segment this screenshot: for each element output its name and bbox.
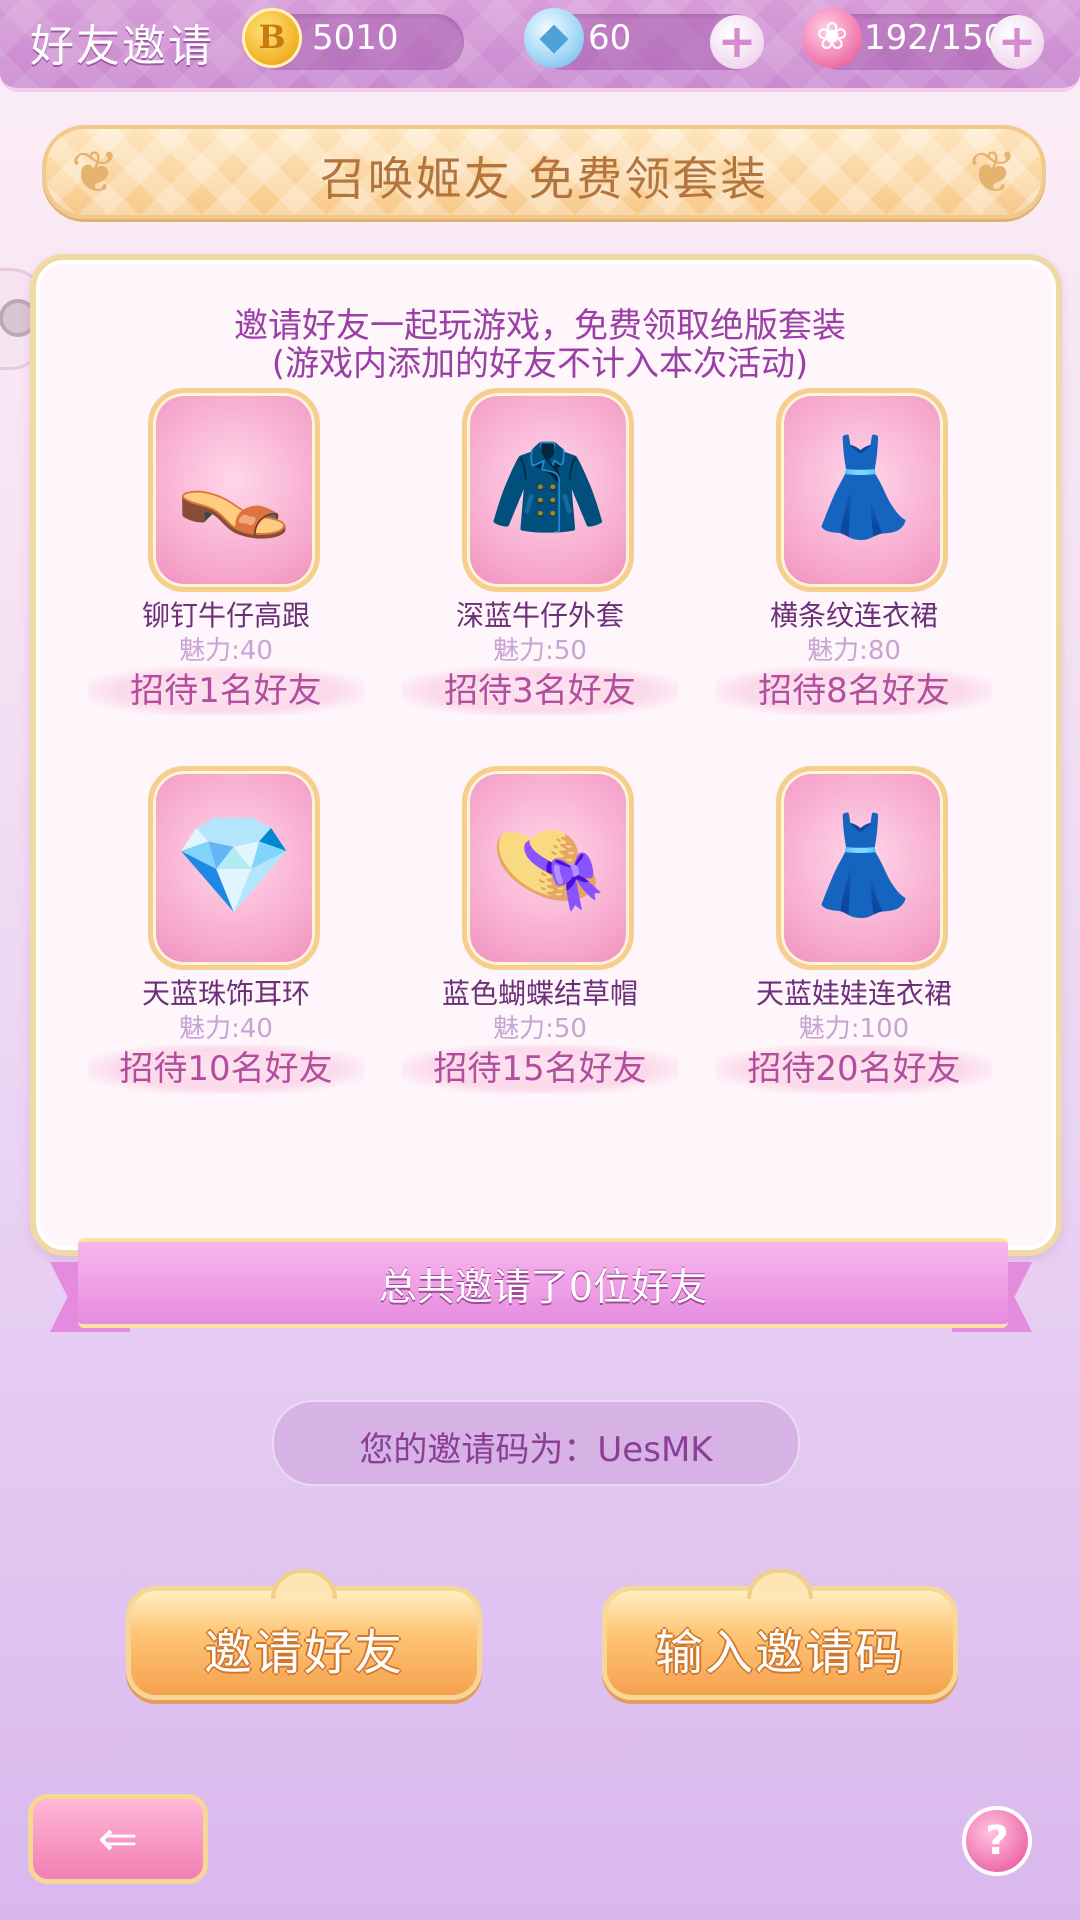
invite-friends-label: 邀请好友 [203,1625,404,1681]
stamina-value: 192/150 [864,18,1006,58]
item-name: 深蓝牛仔外套 [455,599,624,632]
reward-item[interactable]: 👡 铆钉牛仔高跟 魅力:40 招待1名好友 [66,388,386,728]
item-charm: 魅力:40 [179,636,273,666]
item-charm: 魅力:50 [493,1014,587,1044]
item-requirement: 招待8名好友 [716,666,992,716]
item-charm: 魅力:50 [493,636,587,666]
item-requirement: 招待20名好友 [716,1044,992,1094]
back-button[interactable]: ⇐ [28,1794,208,1884]
invite-friends-button[interactable]: 邀请好友 [126,1569,482,1700]
invite-count-text: 总共邀请了0位好友 [378,1265,708,1309]
arrow-left-icon: ⇐ [97,1811,139,1867]
item-name: 蓝色蝴蝶结草帽 [441,977,638,1010]
item-frame: 💎 [148,766,320,970]
reward-item[interactable]: 🧥 深蓝牛仔外套 魅力:50 招待3名好友 [380,388,700,728]
swirl-ornament-icon: ❦ [968,138,1018,206]
item-name: 天蓝珠饰耳环 [141,977,310,1010]
item-name: 横条纹连衣裙 [769,599,938,632]
dress-icon: 👗 [802,431,922,543]
banner-title: 召唤姬友 免费领套装 [319,152,769,206]
item-charm: 魅力:80 [807,636,901,666]
event-banner: ❦ 召唤姬友 免费领套装 ❦ [42,125,1046,219]
add-diamond-button[interactable]: + [710,15,764,69]
earrings-icon: 💎 [174,809,294,921]
hat-icon: 👒 [488,809,608,921]
item-frame: 🧥 [462,388,634,592]
item-frame: 👒 [462,766,634,970]
item-name: 铆钉牛仔高跟 [141,599,310,632]
enter-code-button[interactable]: 输入邀请码 [602,1569,958,1700]
page-title: 好友邀请 [30,21,214,72]
item-name: 天蓝娃娃连衣裙 [755,977,952,1010]
invite-code-text: 您的邀请码为：UesMK [359,1430,713,1470]
item-requirement: 招待3名好友 [402,666,678,716]
intro-note: (游戏内添加的好友不计入本次活动) [271,344,809,384]
enter-code-label: 输入邀请码 [654,1625,905,1681]
doll-dress-icon: 👗 [802,809,922,921]
shoes-icon: 👡 [174,431,294,543]
item-charm: 魅力:100 [798,1014,910,1044]
item-frame: 👡 [148,388,320,592]
diamond-value: 60 [588,18,632,58]
help-button[interactable]: ? [962,1806,1032,1876]
add-stamina-button[interactable]: + [990,15,1044,69]
reward-item[interactable]: 👒 蓝色蝴蝶结草帽 魅力:50 招待15名好友 [380,766,700,1106]
top-bar: 好友邀请 5010 60 + 192/150 + [0,0,1080,92]
item-requirement: 招待10名好友 [88,1044,364,1094]
item-requirement: 招待1名好友 [88,666,364,716]
rose-icon [802,8,862,68]
invite-code-display: 您的邀请码为：UesMK [272,1400,800,1486]
reward-item[interactable]: 👗 天蓝娃娃连衣裙 魅力:100 招待20名好友 [694,766,1014,1106]
coin-icon [242,8,302,68]
reward-item[interactable]: 👗 横条纹连衣裙 魅力:80 招待8名好友 [694,388,1014,728]
coin-value: 5010 [312,18,399,58]
item-frame: 👗 [776,766,948,970]
item-requirement: 招待15名好友 [402,1044,678,1094]
item-charm: 魅力:40 [179,1014,273,1044]
item-frame: 👗 [776,388,948,592]
diamond-icon [524,8,584,68]
invite-count-ribbon: 总共邀请了0位好友 [78,1238,1008,1328]
jacket-icon: 🧥 [488,431,608,543]
reward-item[interactable]: 💎 天蓝珠饰耳环 魅力:40 招待10名好友 [66,766,386,1106]
